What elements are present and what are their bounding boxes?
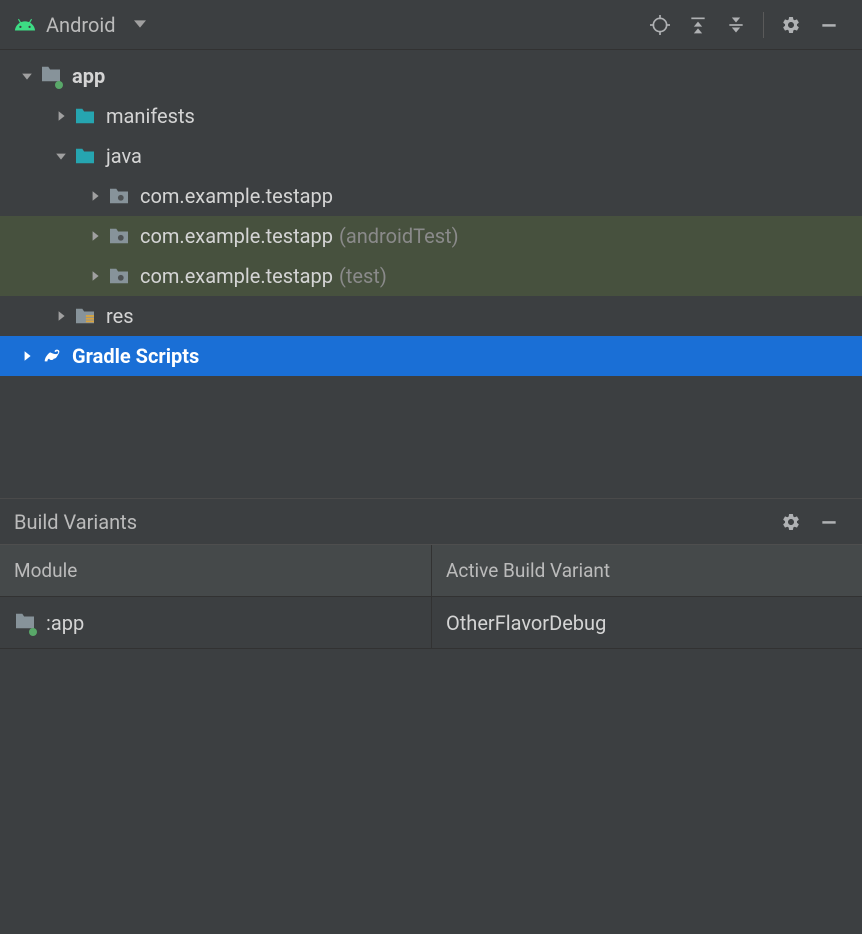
- tree-item[interactable]: java: [0, 136, 862, 176]
- module-name: :app: [46, 611, 84, 635]
- chevron-right-icon[interactable]: [52, 307, 70, 325]
- tree-item-label: java: [106, 144, 142, 168]
- project-view-label[interactable]: Android: [46, 13, 116, 37]
- tree-item[interactable]: com.example.testapp(test): [0, 256, 862, 296]
- folder-module-icon: [40, 65, 62, 87]
- table-row[interactable]: :app OtherFlavorDebug: [0, 597, 862, 649]
- minimize-icon[interactable]: [816, 509, 842, 535]
- tree-item-label: com.example.testapp: [140, 264, 333, 288]
- tree-item-suffix: (test): [339, 264, 387, 288]
- column-header-variant[interactable]: Active Build Variant: [432, 545, 862, 597]
- folder-res-icon: [74, 305, 96, 327]
- folder-teal-icon: [74, 105, 96, 127]
- tree-item-suffix: (androidTest): [339, 224, 459, 248]
- gradle-icon: [40, 345, 62, 367]
- chevron-down-icon[interactable]: [18, 67, 36, 85]
- table-header-row: Module Active Build Variant: [0, 545, 862, 597]
- tree-item-label: com.example.testapp: [140, 224, 333, 248]
- chevron-down-icon[interactable]: [52, 147, 70, 165]
- build-variants-header: Build Variants: [0, 499, 862, 545]
- module-cell[interactable]: :app: [0, 597, 432, 649]
- tree-item[interactable]: manifests: [0, 96, 862, 136]
- tree-item[interactable]: Gradle Scripts: [0, 336, 862, 376]
- tree-item-label: com.example.testapp: [140, 184, 333, 208]
- chevron-right-icon[interactable]: [86, 227, 104, 245]
- package-icon: [108, 225, 130, 247]
- android-logo-icon: [14, 14, 36, 36]
- folder-module-icon: [14, 612, 36, 634]
- tree-item[interactable]: com.example.testapp: [0, 176, 862, 216]
- build-variants-table: Module Active Build Variant :app OtherFla…: [0, 545, 862, 649]
- chevron-right-icon[interactable]: [86, 187, 104, 205]
- expand-all-icon[interactable]: [685, 12, 711, 38]
- chevron-right-icon[interactable]: [52, 107, 70, 125]
- tree-item[interactable]: res: [0, 296, 862, 336]
- package-icon: [108, 185, 130, 207]
- project-panel-header: Android: [0, 0, 862, 50]
- tree-item[interactable]: app: [0, 56, 862, 96]
- tree-item-label: Gradle Scripts: [72, 344, 199, 368]
- toolbar-separator: [763, 12, 764, 38]
- gear-icon[interactable]: [778, 509, 804, 535]
- tree-item-label: manifests: [106, 104, 195, 128]
- variant-cell[interactable]: OtherFlavorDebug: [432, 597, 862, 649]
- build-variants-title: Build Variants: [14, 510, 137, 534]
- variant-value: OtherFlavorDebug: [446, 611, 606, 635]
- gear-icon[interactable]: [778, 12, 804, 38]
- view-dropdown-icon[interactable]: [134, 17, 146, 32]
- column-header-module[interactable]: Module: [0, 545, 432, 597]
- tree-item[interactable]: com.example.testapp(androidTest): [0, 216, 862, 256]
- collapse-all-icon[interactable]: [723, 12, 749, 38]
- chevron-right-icon[interactable]: [18, 347, 36, 365]
- build-variants-panel: Build Variants Module Active Build Varia…: [0, 498, 862, 934]
- tree-item-label: res: [106, 304, 134, 328]
- package-icon: [108, 265, 130, 287]
- minimize-icon[interactable]: [816, 12, 842, 38]
- tree-item-label: app: [72, 64, 105, 88]
- chevron-right-icon[interactable]: [86, 267, 104, 285]
- folder-teal-icon: [74, 145, 96, 167]
- target-icon[interactable]: [647, 12, 673, 38]
- project-tree[interactable]: appmanifestsjavacom.example.testappcom.e…: [0, 50, 862, 498]
